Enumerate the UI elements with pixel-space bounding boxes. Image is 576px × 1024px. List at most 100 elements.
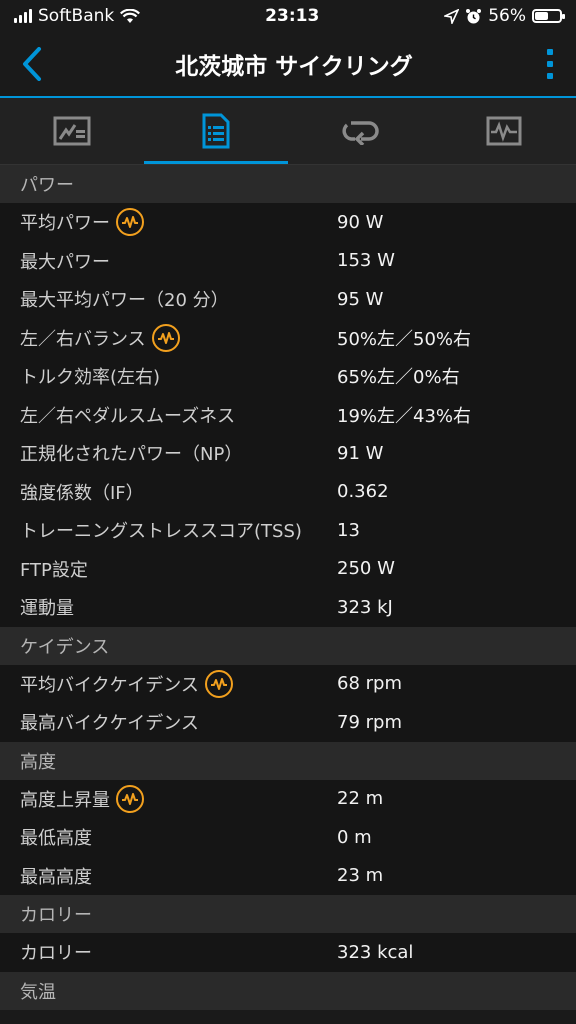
- app-header: 北茨城市 サイクリング: [0, 32, 576, 98]
- detail-label-text: カロリー: [20, 943, 92, 965]
- detail-row: 最大平均パワー（20 分） 95 W: [0, 280, 576, 319]
- tab-laps[interactable]: [288, 98, 432, 164]
- detail-label-text: 最高高度: [20, 866, 92, 888]
- details-list-icon: [202, 113, 230, 149]
- section-header-temperature: 気温: [0, 971, 576, 1010]
- detail-label: 最高バイクケイデンス: [0, 709, 337, 735]
- detail-label-text: 平均パワー: [20, 213, 110, 235]
- detail-value: 90 W: [337, 211, 384, 233]
- status-bar: SoftBank 23:13 56%: [0, 0, 576, 32]
- detail-row: 最低高度 0 m: [0, 818, 576, 857]
- details-list: パワー 平均パワー 90 W 最大パワー 153 W 最大平均パワー（20 分） 95 W…: [0, 165, 576, 1010]
- location-arrow-icon: [444, 8, 460, 24]
- detail-value: 0 m: [337, 826, 372, 848]
- detail-row: 左／右ペダルスムーズネス 19%左／43%右: [0, 395, 576, 434]
- graph-badge-icon[interactable]: [116, 208, 144, 237]
- detail-value: 13: [337, 519, 360, 541]
- detail-label-text: 最大パワー: [20, 251, 110, 273]
- graph-badge-icon[interactable]: [151, 323, 180, 352]
- detail-label: トレーニングストレススコア(TSS): [0, 517, 337, 543]
- graph-badge-icon[interactable]: [204, 669, 233, 698]
- detail-value: 0.362: [337, 481, 389, 503]
- detail-value: 79 rpm: [337, 711, 402, 733]
- section-header-power: パワー: [0, 165, 576, 203]
- detail-label-text: 最高バイクケイデンス: [20, 713, 199, 735]
- detail-value: 323 kJ: [337, 596, 393, 618]
- clock: 23:13: [265, 6, 320, 26]
- detail-label-text: 左／右バランス: [20, 328, 146, 350]
- detail-value: 323 kcal: [337, 941, 414, 963]
- detail-label: 強度係数（IF）: [0, 479, 337, 505]
- chevron-left-icon: [23, 47, 41, 81]
- section-header-calories: カロリー: [0, 895, 576, 933]
- detail-label: 正規化されたパワー（NP）: [0, 440, 337, 466]
- detail-label-text: 高度上昇量: [20, 789, 110, 811]
- back-button[interactable]: [16, 44, 48, 84]
- detail-label-text: 運動量: [20, 598, 74, 620]
- detail-value: 65%左／0%右: [337, 367, 460, 389]
- detail-row: 左／右バランス 50%左／50%右: [0, 318, 576, 357]
- alarm-clock-icon: [466, 8, 482, 23]
- tab-details[interactable]: [144, 98, 288, 164]
- graph-badge-icon[interactable]: [116, 784, 144, 813]
- detail-row: トルク効率(左右) 65%左／0%右: [0, 357, 576, 396]
- detail-row: 最高高度 23 m: [0, 856, 576, 895]
- detail-row: 運動量 323 kJ: [0, 588, 576, 627]
- detail-value: 68 rpm: [337, 673, 402, 695]
- detail-value: 22 m: [337, 788, 384, 810]
- detail-label: 平均バイクケイデンス: [0, 669, 337, 698]
- detail-label-text: 正規化されたパワー（NP）: [20, 444, 243, 466]
- detail-row: 正規化されたパワー（NP） 91 W: [0, 434, 576, 473]
- page-title: 北茨城市 サイクリング: [175, 54, 413, 80]
- carrier-name: SoftBank: [38, 6, 115, 26]
- tab-bar: [0, 98, 576, 165]
- detail-value: 91 W: [337, 442, 384, 464]
- detail-label-text: 最低高度: [20, 828, 92, 850]
- detail-label: FTP設定: [0, 556, 337, 582]
- detail-row: カロリー 323 kcal: [0, 933, 576, 972]
- battery-percent: 56%: [488, 6, 526, 26]
- detail-value: 23 m: [337, 865, 384, 887]
- detail-row: 平均パワー 90 W: [0, 203, 576, 242]
- detail-row: 平均バイクケイデンス 68 rpm: [0, 664, 576, 703]
- wifi-icon: [120, 8, 141, 23]
- detail-row: トレーニングストレススコア(TSS) 13: [0, 511, 576, 550]
- detail-label-text: 強度係数（IF）: [20, 482, 144, 504]
- tab-graphs[interactable]: [432, 98, 576, 164]
- more-options-button[interactable]: [540, 44, 560, 84]
- detail-label-text: 最大平均パワー（20 分）: [20, 290, 229, 312]
- detail-label-text: 左／右ペダルスムーズネス: [20, 405, 236, 427]
- detail-label-text: FTP設定: [20, 559, 88, 581]
- detail-label: 左／右バランス: [0, 323, 337, 352]
- detail-row: FTP設定 250 W: [0, 549, 576, 588]
- detail-label: 最大平均パワー（20 分）: [0, 286, 337, 312]
- detail-label-text: トレーニングストレススコア(TSS): [20, 521, 302, 543]
- detail-label: 高度上昇量: [0, 784, 337, 813]
- cell-signal-icon: [14, 9, 32, 23]
- tab-overview[interactable]: [0, 98, 144, 164]
- detail-label: 最大パワー: [0, 248, 337, 274]
- detail-row: 最大パワー 153 W: [0, 241, 576, 280]
- detail-row: 高度上昇量 22 m: [0, 779, 576, 818]
- detail-row: 強度係数（IF） 0.362: [0, 472, 576, 511]
- detail-value: 50%左／50%右: [337, 328, 472, 350]
- detail-label: 運動量: [0, 594, 337, 620]
- detail-label: トルク効率(左右): [0, 363, 337, 389]
- detail-row: 最高バイクケイデンス 79 rpm: [0, 703, 576, 742]
- detail-value: 19%左／43%右: [337, 405, 472, 427]
- section-header-cadence: ケイデンス: [0, 626, 576, 665]
- detail-value: 250 W: [337, 558, 395, 580]
- detail-label: 左／右ペダルスムーズネス: [0, 402, 337, 428]
- detail-label: カロリー: [0, 939, 337, 965]
- detail-label: 最高高度: [0, 863, 337, 889]
- detail-value: 153 W: [337, 250, 395, 272]
- battery-icon: [531, 9, 565, 23]
- graph-chart-icon: [486, 116, 522, 146]
- detail-label-text: トルク効率(左右): [20, 367, 161, 389]
- section-header-elevation: 高度: [0, 741, 576, 780]
- detail-label-text: 平均バイクケイデンス: [20, 674, 199, 696]
- detail-label: 最低高度: [0, 824, 337, 850]
- detail-label: 平均パワー: [0, 208, 337, 237]
- detail-value: 95 W: [337, 288, 384, 310]
- laps-loop-icon: [342, 121, 379, 145]
